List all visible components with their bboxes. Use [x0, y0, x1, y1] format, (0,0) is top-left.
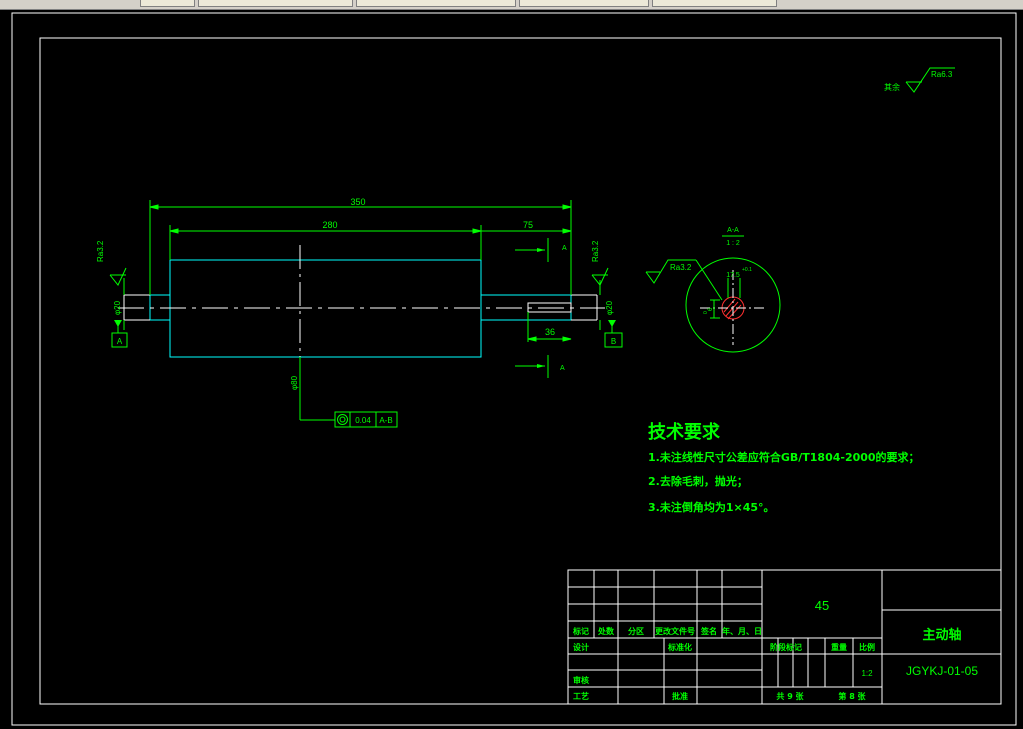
cad-drawing-canvas[interactable]: 350 280 75 36 φ20 φ20 φ80 Ra3.2 Ra3.2 A … — [0, 9, 1023, 729]
dim-right-diameter: φ20 — [605, 300, 614, 315]
document-tab[interactable] — [356, 0, 516, 7]
tolerance-datum: A-B — [379, 416, 392, 425]
dimensions — [123, 200, 601, 421]
document-tab[interactable] — [140, 0, 195, 7]
drawing-frame — [39, 37, 1002, 705]
roughness-section-value: Ra3.2 — [670, 263, 692, 272]
shaft-main-view — [118, 245, 605, 370]
tech-requirement-1: 1.未注线性尺寸公差应符合GB/T1804-2000的要求； — [648, 450, 920, 464]
datum-a-label: A — [117, 337, 123, 346]
rev-header-count: 处数 — [597, 626, 615, 636]
document-tab[interactable] — [198, 0, 353, 7]
dim-body-length: 280 — [322, 220, 337, 230]
sheet-number: 第 8 张 — [838, 691, 866, 701]
reviewer-label: 审核 — [573, 675, 589, 685]
dim-tol-upper: +0.1 — [742, 267, 752, 273]
tech-requirement-3: 3.未注倒角均为1×45°。 — [648, 500, 775, 514]
dim-keyway-length: 36 — [545, 327, 555, 337]
part-name: 主动轴 — [922, 627, 961, 643]
section-scale: 1 : 2 — [726, 240, 740, 247]
tech-requirements-heading: 技术要求 — [648, 421, 721, 443]
cut-mark-bottom: A — [560, 365, 565, 372]
designer-label: 设计 — [573, 642, 589, 652]
rev-header-file: 更改文件号 — [655, 626, 695, 636]
rev-header-zone: 分区 — [628, 626, 644, 636]
drawing-outer-border — [11, 12, 1017, 726]
weight-label: 重量 — [831, 642, 847, 652]
document-tab[interactable] — [519, 0, 649, 7]
approval-label: 批准 — [672, 691, 688, 701]
drawing-number: JGYKJ-01-05 — [906, 664, 978, 678]
section-label: A-A — [727, 227, 739, 234]
rev-header-sign: 签名 — [700, 626, 717, 636]
tech-requirement-2: 2.去除毛刺，抛光； — [648, 474, 748, 488]
dim-right-shaft-length: 75 — [523, 220, 533, 230]
document-tab[interactable] — [652, 0, 777, 7]
process-label: 工艺 — [573, 691, 589, 701]
rev-header-mark: 标记 — [572, 626, 589, 636]
rev-header-date: 年、月、日 — [722, 626, 762, 636]
sheets-total: 共 9 张 — [776, 691, 804, 701]
roughness-other-value: Ra6.3 — [931, 70, 953, 79]
datum-b-label: B — [611, 337, 616, 346]
standardization-label: 标准化 — [667, 642, 692, 652]
dim-key-depth: 17.5 — [726, 272, 740, 279]
dim-overall-length: 350 — [350, 197, 365, 207]
dim-body-diameter: φ80 — [290, 375, 299, 390]
stage-mark-label: 阶段标记 — [770, 642, 802, 652]
scale-value: 1:2 — [861, 669, 873, 678]
roughness-right-value: Ra3.2 — [591, 240, 600, 262]
dim-left-diameter: φ20 — [113, 300, 122, 315]
roughness-other-label: 其余 — [884, 82, 900, 92]
roughness-left-value: Ra3.2 — [96, 240, 105, 262]
ratio-label: 比例 — [859, 642, 875, 652]
cut-mark-top: A — [562, 245, 567, 252]
tolerance-value: 0.04 — [355, 416, 371, 425]
material: 45 — [815, 598, 829, 613]
dim-tol-lower: 0 — [703, 311, 709, 314]
